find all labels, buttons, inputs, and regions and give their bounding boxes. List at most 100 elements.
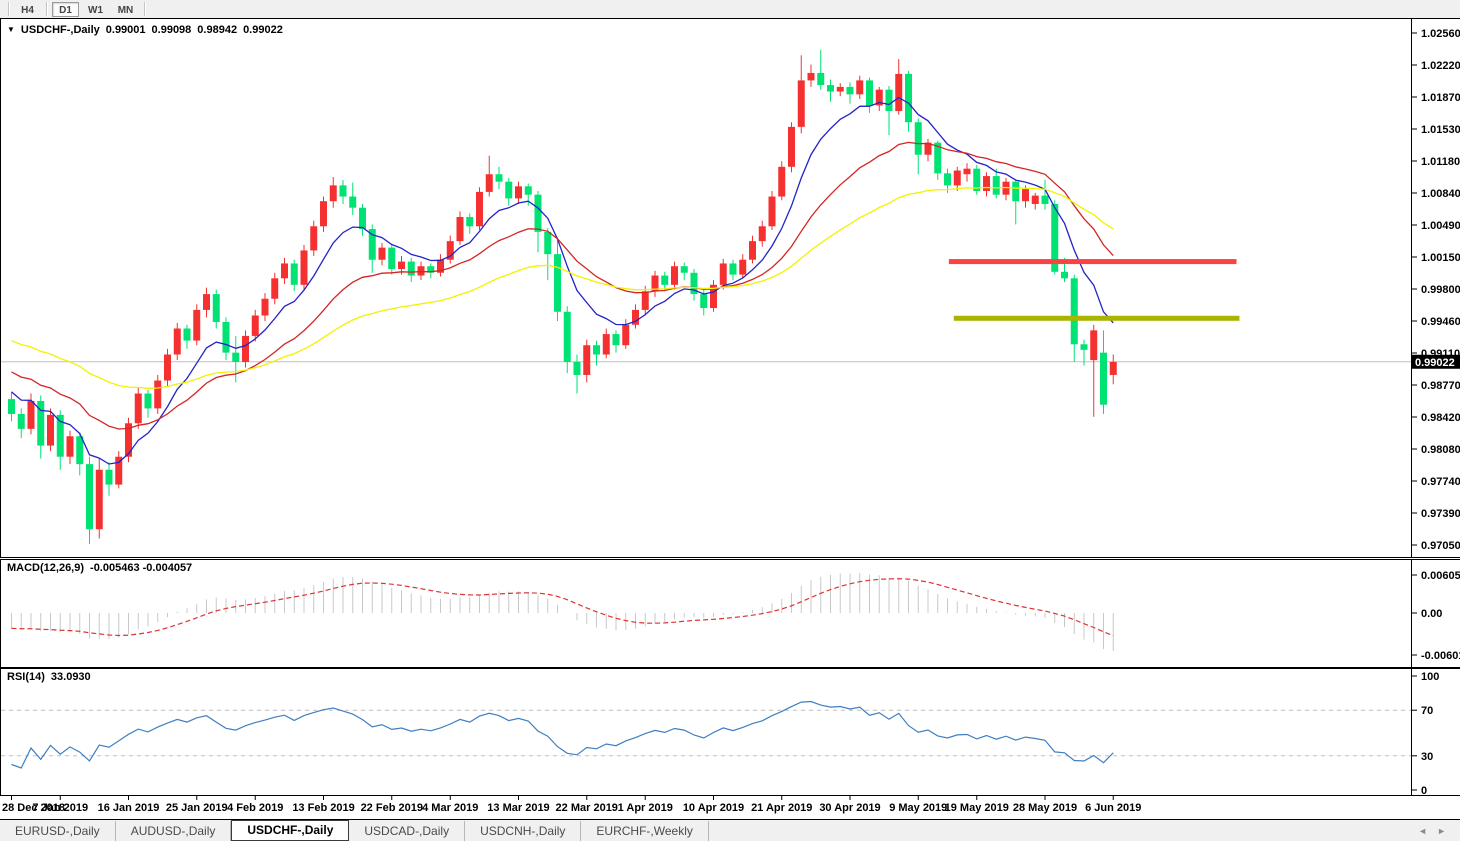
candle-up — [271, 278, 278, 298]
candle-up — [788, 127, 795, 167]
candle-down — [1100, 353, 1107, 405]
candle-up — [310, 226, 317, 250]
candle-up — [203, 294, 210, 310]
candle-down — [106, 470, 113, 485]
candle-down — [1042, 196, 1049, 204]
candle-up — [856, 80, 863, 94]
date-label: 13 Feb 2019 — [292, 802, 354, 814]
candle-up — [671, 266, 678, 285]
candle-up — [1032, 196, 1039, 204]
candle-down — [574, 362, 581, 375]
candle-up — [379, 248, 386, 260]
tab-scroll-left-icon[interactable]: ◄ — [1418, 826, 1427, 836]
date-label: 19 May 2019 — [945, 802, 1009, 814]
chart-tab-audusddaily[interactable]: AUDUSD-,Daily — [116, 821, 232, 841]
quote-close: 0.99022 — [243, 24, 283, 36]
candle-up — [242, 336, 249, 362]
candle-down — [525, 186, 532, 194]
rsi-chart: 10070300 — [0, 668, 1460, 796]
chart-symbol-label: USDCHF-,Daily — [21, 24, 100, 36]
candle-up — [622, 325, 629, 345]
chart-tab-eurusddaily[interactable]: EURUSD-,Daily — [0, 821, 116, 841]
tab-scrollers: ◄ ► — [1418, 826, 1446, 836]
candle-up — [174, 328, 181, 354]
chart-tab-usdchfdaily[interactable]: USDCHF-,Daily — [231, 820, 349, 841]
resistance-line — [949, 259, 1237, 264]
rsi-value: 33.0930 — [51, 671, 91, 683]
candle-down — [184, 328, 191, 340]
candle-down — [232, 353, 239, 362]
candle-up — [983, 176, 990, 191]
terminal-window: H4 D1W1MN ▼ USDCHF-,Daily 0.99001 0.99098… — [0, 0, 1460, 841]
candle-up — [603, 334, 610, 354]
macd-tick-label: 0.006054 — [1421, 570, 1460, 582]
candle-down — [700, 294, 707, 308]
toolbar-separator — [46, 2, 47, 16]
timeframe-button-h4[interactable]: H4 — [14, 2, 41, 17]
timeframe-button-d1[interactable]: D1 — [52, 2, 79, 17]
tab-scroll-right-icon[interactable]: ► — [1437, 826, 1446, 836]
timeframe-button-mn[interactable]: MN — [112, 2, 139, 17]
candle-up — [154, 381, 161, 409]
candle-down — [18, 414, 25, 429]
date-label: 30 Apr 2019 — [819, 802, 880, 814]
candle-up — [1090, 330, 1097, 360]
chart-tab-usdcaddaily[interactable]: USDCAD-,Daily — [349, 821, 465, 841]
candle-up — [954, 171, 961, 186]
chart-tab-usdcnhdaily[interactable]: USDCNH-,Daily — [465, 821, 581, 841]
candle-up — [252, 315, 259, 335]
date-label: 25 Jan 2019 — [166, 802, 228, 814]
macd-tick-label: 0.00 — [1421, 608, 1442, 620]
candle-down — [86, 464, 93, 529]
candle-down — [905, 74, 912, 122]
candle-down — [213, 294, 220, 322]
date-label: 10 Apr 2019 — [683, 802, 744, 814]
timeframe-button-w1[interactable]: W1 — [82, 2, 109, 17]
candle-down — [993, 176, 1000, 195]
date-label: 22 Mar 2019 — [556, 802, 618, 814]
chart-tab-eurchfweekly[interactable]: EURCHF-,Weekly — [581, 821, 708, 841]
candle-down — [496, 174, 503, 181]
price-tick-label: 1.01870 — [1421, 92, 1460, 104]
candle-down — [291, 263, 298, 284]
price-tick-label: 0.98080 — [1421, 444, 1460, 456]
price-tick-label: 0.97390 — [1421, 508, 1460, 520]
candle-up — [749, 241, 756, 260]
date-label: 16 Jan 2019 — [98, 802, 160, 814]
candle-down — [1012, 182, 1019, 202]
candle-down — [866, 80, 873, 105]
candle-down — [730, 263, 737, 274]
rsi-tick-label: 70 — [1421, 705, 1433, 717]
date-label: 22 Feb 2019 — [361, 802, 423, 814]
rsi-panel[interactable]: RSI(14) 33.0930 10070300 — [0, 668, 1460, 796]
candle-down — [817, 73, 824, 85]
price-tick-label: 1.00840 — [1421, 188, 1460, 200]
symbol-dropdown-icon[interactable]: ▼ — [7, 25, 15, 34]
candle-down — [1061, 272, 1068, 279]
candle-down — [388, 248, 395, 269]
candle-up — [808, 73, 815, 80]
date-label: 9 May 2019 — [889, 802, 947, 814]
date-label: 28 May 2019 — [1013, 802, 1077, 814]
candle-up — [47, 415, 54, 446]
candle-down — [661, 276, 668, 285]
price-tick-label: 0.97740 — [1421, 476, 1460, 488]
candle-down — [349, 197, 356, 208]
candlestick-chart[interactable]: 1.025601.022201.018701.015301.011801.008… — [0, 18, 1460, 558]
candle-down — [886, 90, 893, 111]
date-label: 6 Jun 2019 — [1085, 802, 1141, 814]
candle-down — [145, 394, 152, 409]
main-chart-panel[interactable]: ▼ USDCHF-,Daily 0.99001 0.99098 0.98942 … — [0, 18, 1460, 558]
candle-up — [769, 197, 776, 227]
candle-down — [554, 254, 561, 312]
candle-up — [398, 262, 405, 269]
candle-up — [281, 263, 288, 278]
candle-up — [320, 201, 327, 226]
date-label: 13 Mar 2019 — [487, 802, 549, 814]
chart-tabs: EURUSD-,DailyAUDUSD-,DailyUSDCHF-,DailyU… — [0, 820, 709, 841]
date-label: 21 Apr 2019 — [751, 802, 812, 814]
candle-up — [67, 436, 74, 456]
macd-panel[interactable]: MACD(12,26,9) -0.005463 -0.004057 0.0060… — [0, 559, 1460, 668]
candle-up — [895, 74, 902, 111]
candle-down — [223, 322, 230, 353]
